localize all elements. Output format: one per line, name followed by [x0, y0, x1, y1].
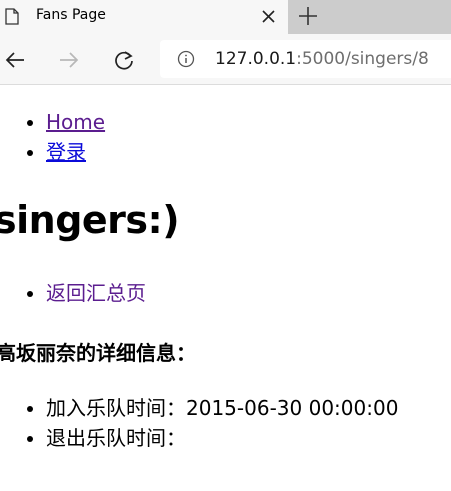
- back-list: 返回汇总页: [0, 278, 146, 308]
- leave-date-label: 退出乐队时间：: [46, 426, 186, 450]
- tab-active[interactable]: Fans Page: [0, 0, 288, 34]
- page-content: Home 登录 singers:) 返回汇总页 高坂丽奈的详细信息： 加入乐队时…: [0, 85, 451, 491]
- url-text[interactable]: 127.0.0.1:5000/singers/8: [215, 49, 429, 69]
- join-date-value: 2015-06-30 00:00:00: [186, 396, 399, 420]
- tab-strip: Fans Page: [0, 0, 451, 34]
- page-icon: [5, 8, 19, 25]
- home-link[interactable]: Home: [46, 110, 105, 134]
- url-path: :5000/singers/8: [296, 49, 429, 69]
- list-item: Home: [46, 107, 105, 137]
- navigation-bar: 127.0.0.1:5000/singers/8: [0, 34, 451, 85]
- info-icon[interactable]: [177, 50, 195, 68]
- url-host: 127.0.0.1: [215, 49, 297, 69]
- list-item: 退出乐队时间：: [46, 423, 398, 453]
- login-link[interactable]: 登录: [46, 140, 86, 164]
- detail-heading: 高坂丽奈的详细信息：: [0, 341, 196, 365]
- page-title: singers:): [0, 198, 180, 242]
- nav-list: Home 登录: [0, 107, 105, 167]
- join-date-label: 加入乐队时间：: [46, 396, 186, 420]
- list-item: 登录: [46, 137, 105, 167]
- browser-window: Fans Page 127.0.0.1:5000/singers/8 • Hom…: [0, 0, 451, 491]
- info-list: 加入乐队时间：2015-06-30 00:00:00 退出乐队时间：: [0, 393, 398, 453]
- list-item: 返回汇总页: [46, 278, 146, 308]
- close-icon[interactable]: [262, 10, 275, 23]
- tab-title: Fans Page: [36, 7, 106, 23]
- back-to-summary-link[interactable]: 返回汇总页: [46, 281, 146, 305]
- back-arrow-icon[interactable]: [4, 49, 26, 71]
- refresh-icon[interactable]: [113, 49, 135, 71]
- address-bar[interactable]: 127.0.0.1:5000/singers/8: [160, 40, 451, 78]
- forward-arrow-icon[interactable]: [58, 49, 80, 71]
- plus-icon[interactable]: [297, 5, 319, 27]
- list-item: 加入乐队时间：2015-06-30 00:00:00: [46, 393, 398, 423]
